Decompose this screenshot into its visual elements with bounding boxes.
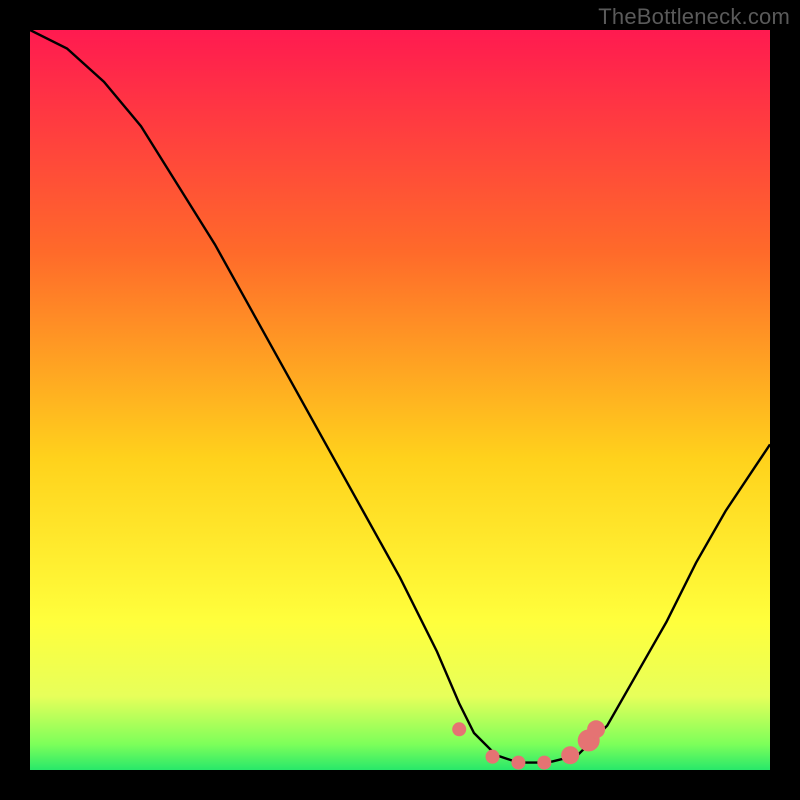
plot-area: [30, 30, 770, 770]
highlight-point: [452, 722, 466, 736]
highlight-point: [511, 756, 525, 770]
highlight-point: [537, 756, 551, 770]
watermark-text: TheBottleneck.com: [598, 4, 790, 30]
chart-container: TheBottleneck.com: [0, 0, 800, 800]
highlight-point: [587, 720, 605, 738]
chart-svg: [30, 30, 770, 770]
highlight-point: [561, 746, 579, 764]
highlight-point: [486, 750, 500, 764]
chart-background-gradient: [30, 30, 770, 770]
